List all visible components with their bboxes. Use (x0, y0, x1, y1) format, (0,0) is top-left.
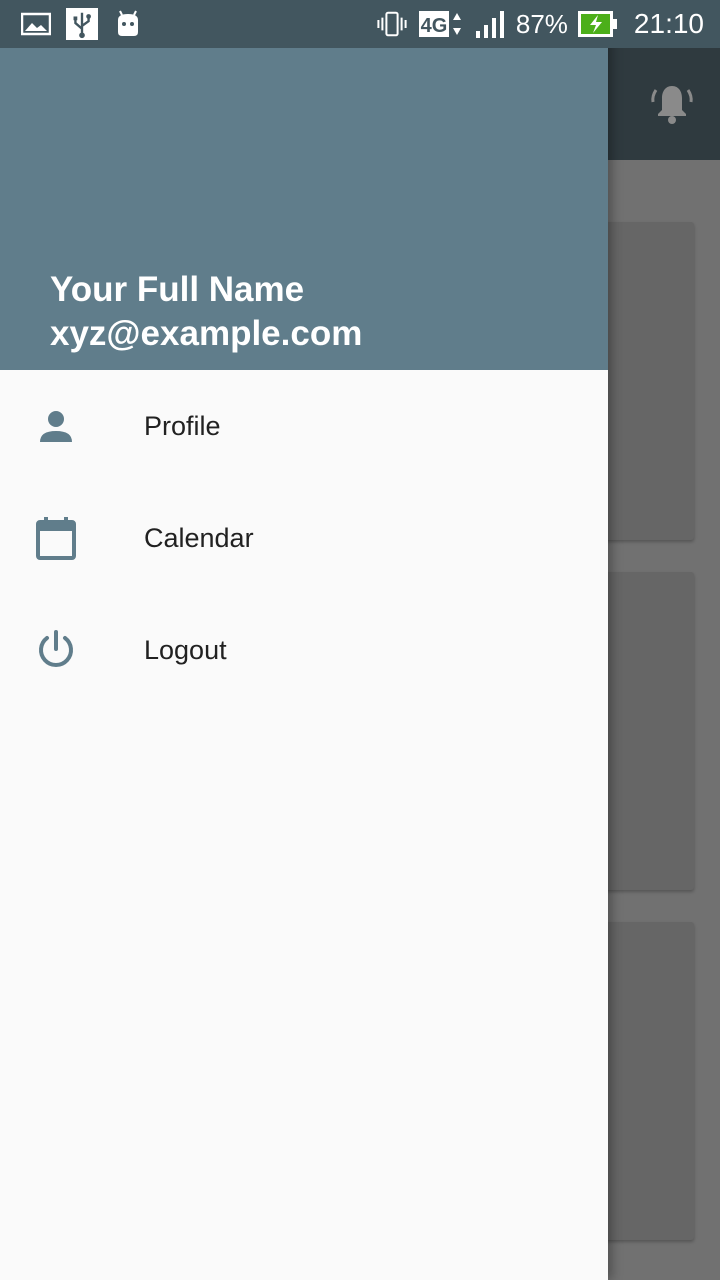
status-bar-notifications (20, 8, 144, 40)
vibrate-icon (376, 8, 408, 40)
person-icon (34, 404, 78, 448)
drawer-item-profile[interactable]: Profile (0, 370, 608, 482)
network-type-label: 4G (421, 15, 448, 37)
status-bar: 4G 87% 21:10 (0, 0, 720, 48)
battery-charging-icon (577, 8, 618, 40)
usb-icon (66, 8, 98, 40)
signal-icon (474, 8, 506, 40)
drawer-menu: Profile Calendar Logout (0, 370, 608, 706)
navigation-drawer: Your Full Name xyz@example.com Profile C… (0, 0, 608, 1280)
drawer-item-label: Logout (144, 634, 227, 665)
drawer-item-logout[interactable]: Logout (0, 594, 608, 706)
drawer-header: Your Full Name xyz@example.com (0, 48, 608, 370)
notification-bell-icon[interactable] (648, 80, 696, 128)
battery-percent: 87% (515, 8, 568, 39)
power-icon (34, 628, 78, 672)
drawer-item-label: Profile (144, 410, 221, 441)
clock: 21:10 (633, 8, 704, 39)
android-icon (112, 8, 144, 40)
user-name: Your Full Name (50, 270, 305, 309)
user-email: xyz@example.com (50, 314, 363, 353)
status-bar-system: 4G 87% 21:10 (376, 8, 704, 40)
calendar-icon (34, 516, 78, 560)
drawer-item-label: Calendar (144, 522, 254, 553)
drawer-item-calendar[interactable]: Calendar (0, 482, 608, 594)
network-4g-icon: 4G (418, 8, 464, 40)
gallery-icon (20, 8, 52, 40)
